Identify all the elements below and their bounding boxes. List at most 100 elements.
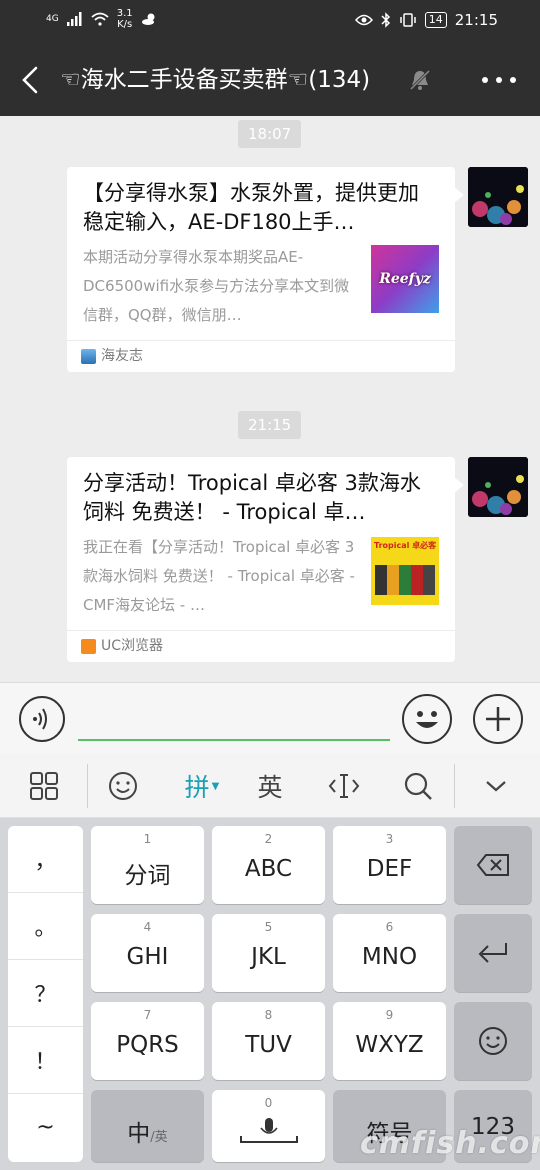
thumbnail-products <box>375 565 435 595</box>
backspace-key[interactable] <box>454 826 532 904</box>
key-6[interactable]: 6 MNO <box>333 914 446 992</box>
microphone-icon <box>239 1118 298 1143</box>
key-7[interactable]: 7 PQRS <box>91 1002 204 1080</box>
key-number: 7 <box>143 1008 152 1022</box>
key-8[interactable]: 8 TUV <box>212 1002 325 1080</box>
wifi-icon <box>91 12 109 26</box>
key-number: 1 <box>143 832 152 846</box>
punctuation-key[interactable]: ？ <box>8 960 83 1027</box>
voice-input-button[interactable] <box>19 696 65 742</box>
card-description: 我正在看【分享活动！Tropical 卓必客 3款海水饲料 免费送！ - Tro… <box>83 538 355 614</box>
more-options-button[interactable] <box>482 74 516 86</box>
network-speed: 3.1 K/s <box>117 8 133 30</box>
chat-title: ☜海水二手设备买卖群☜(134) <box>60 67 371 93</box>
avatar[interactable] <box>468 457 528 517</box>
key-4[interactable]: 4 GHI <box>91 914 204 992</box>
speed-unit: K/s <box>117 19 133 30</box>
speed-value: 3.1 <box>116 8 133 19</box>
dot-icon <box>482 77 488 83</box>
key-label: MNO <box>361 944 418 970</box>
pinyin-mode-button[interactable]: 拼 ▼ <box>178 754 226 818</box>
emoji-key[interactable] <box>454 1002 532 1080</box>
eye-icon <box>354 14 373 26</box>
shared-link-card[interactable]: 分享活动！Tropical 卓必客 3款海水饲料 免费送！ - Tropical… <box>67 457 464 662</box>
emoji-button[interactable] <box>402 694 452 744</box>
pinyin-label: 拼 <box>184 773 210 802</box>
punctuation-key[interactable]: ~ <box>8 1094 83 1161</box>
toolbar-divider <box>454 764 455 808</box>
key-number: 4 <box>143 920 152 934</box>
card-thumbnail: Reefyz <box>371 245 439 313</box>
punctuation-key[interactable]: 。 <box>8 893 83 960</box>
card-source-name: UC浏览器 <box>101 638 164 654</box>
enter-key[interactable] <box>454 914 532 992</box>
english-mode-button[interactable]: 英 <box>250 754 290 818</box>
language-sub: /英 <box>150 1130 168 1145</box>
punctuation-key[interactable]: ， <box>8 826 83 893</box>
key-label: ABC <box>244 856 293 882</box>
key-2[interactable]: 2 ABC <box>212 826 325 904</box>
weather-icon <box>141 13 155 25</box>
thumbnail-logo-text: Tropical 卓必客 <box>374 541 437 550</box>
card-source-name: 海友志 <box>101 348 143 364</box>
dot-icon <box>510 77 516 83</box>
message-input-bar <box>0 682 540 754</box>
thumbnail-logo-text: Reefyz <box>379 271 431 287</box>
enter-icon <box>478 943 507 963</box>
plus-icon <box>486 707 510 731</box>
mute-bell-icon <box>409 69 431 91</box>
key-number: 9 <box>385 1008 394 1022</box>
card-source: UC浏览器 <box>67 630 455 662</box>
key-3[interactable]: 3 DEF <box>333 826 446 904</box>
chevron-left-icon <box>22 66 38 94</box>
dot-icon <box>496 77 502 83</box>
voice-icon <box>33 708 47 730</box>
source-app-icon <box>81 349 96 364</box>
backspace-icon <box>476 854 509 876</box>
hide-keyboard-button[interactable] <box>476 754 516 818</box>
key-number: 2 <box>264 832 273 846</box>
key-number: 5 <box>264 920 273 934</box>
message-timestamp: 21:15 <box>238 411 302 439</box>
text-cursor-icon <box>328 774 360 798</box>
punctuation-key[interactable]: ！ <box>8 1027 83 1094</box>
shared-link-card[interactable]: 【分享得水泵】水泵外置，提供更加稳定输入，AE-DF180上手… 本期活动分享得… <box>67 167 464 372</box>
english-label: 英 <box>257 773 283 802</box>
ime-emoji-button[interactable] <box>100 754 146 818</box>
key-number: 3 <box>385 832 394 846</box>
chevron-down-icon <box>486 781 506 792</box>
toolbar-divider <box>87 764 88 808</box>
more-functions-button[interactable] <box>473 694 523 744</box>
message-timestamp: 18:07 <box>238 120 302 148</box>
key-number: 6 <box>385 920 394 934</box>
key-9[interactable]: 9 WXYZ <box>333 1002 446 1080</box>
language-switch-key[interactable]: 中/英 <box>91 1090 204 1162</box>
back-button[interactable] <box>16 62 46 98</box>
avatar[interactable] <box>468 167 528 227</box>
key-label: GHI <box>126 944 169 970</box>
space-key[interactable]: 0 <box>212 1090 325 1162</box>
punctuation-column: ， 。 ？ ！ ~ <box>8 826 83 1162</box>
grid-icon <box>30 772 58 800</box>
key-label: DEF <box>366 856 413 882</box>
ime-search-button[interactable] <box>398 754 438 818</box>
t9-keyboard: ， 。 ？ ！ ~ 1 分词 2 ABC 3 DEF 4 GHI 5 JKL 6… <box>0 818 540 1170</box>
chat-header: ☜海水二手设备买卖群☜(134) <box>0 44 540 116</box>
clock: 21:15 <box>454 11 498 29</box>
avatar-image <box>468 167 528 227</box>
message-text-field[interactable] <box>78 739 390 741</box>
key-5[interactable]: 5 JKL <box>212 914 325 992</box>
card-description: 本期活动分享得水泵本期奖品AE-DC6500wifi水泵参与方法分享本文到微信群… <box>83 248 350 324</box>
cursor-edit-button[interactable] <box>324 754 364 818</box>
key-number: 8 <box>264 1008 273 1022</box>
signal-icon <box>66 12 82 26</box>
vibrate-icon <box>400 13 416 27</box>
key-1[interactable]: 1 分词 <box>91 826 204 904</box>
status-bar: 4G 3.1 K/s 14 21:15 <box>0 0 540 44</box>
ime-toolbar: 拼 ▼ 英 <box>0 754 540 818</box>
key-label: 分词 <box>124 863 171 889</box>
uc-browser-icon <box>81 639 96 654</box>
network-type: 4G <box>46 14 59 24</box>
watermark: cmfish.com <box>360 1126 540 1161</box>
ime-menu-button[interactable] <box>22 754 66 818</box>
